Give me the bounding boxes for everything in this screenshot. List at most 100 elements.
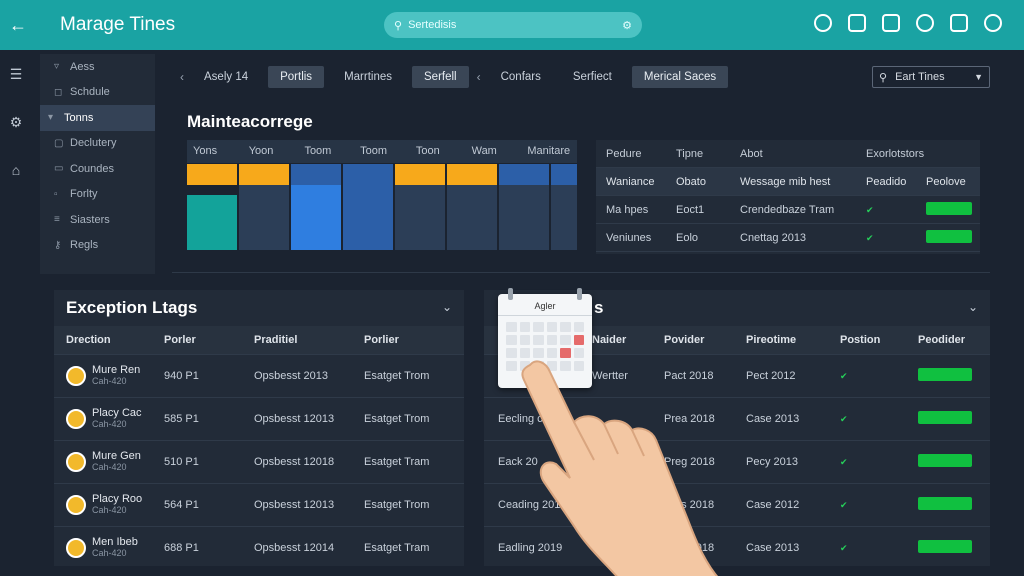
- chevron-down-icon[interactable]: ⌄: [968, 300, 978, 314]
- sidebar-item-label: Declutery: [70, 137, 117, 150]
- table-row[interactable]: Eecling c Prea 2018 Case 2013 ✔: [484, 397, 990, 440]
- breadcrumb-item[interactable]: Merical Saces: [631, 66, 729, 88]
- table-subheader: Waniance Obato Wessage mib hest Peadido …: [596, 168, 980, 196]
- settings-icon[interactable]: [984, 14, 1002, 32]
- calendar-day[interactable]: [573, 361, 584, 371]
- sidebar-item-schdule[interactable]: ◻ Schdule: [40, 80, 155, 106]
- status-bar: [918, 368, 972, 381]
- table-row[interactable]: Veniunes Eolo Cnettag 2013 ✔: [596, 224, 980, 252]
- avatar: [66, 452, 86, 472]
- table-cell: Pres 2018: [664, 542, 715, 554]
- table-cell: Case 2013: [746, 413, 800, 425]
- table-cell: Pecy 2013: [746, 456, 798, 468]
- menu-icon[interactable]: ☰: [8, 66, 24, 82]
- file-icon[interactable]: [950, 14, 968, 32]
- calendar-popup[interactable]: Agler: [498, 288, 592, 388]
- calendar-ring: [508, 288, 513, 300]
- divider: [172, 272, 990, 273]
- document-icon: ▢: [54, 137, 64, 149]
- calendar-day[interactable]: [573, 322, 584, 332]
- time-filter-dropdown[interactable]: ⚲ Eart Tines ▼: [872, 66, 990, 88]
- calendar-day[interactable]: [533, 322, 544, 332]
- table-row[interactable]: Eadling 2019 Pres 2018 Case 2013 ✔: [484, 526, 990, 569]
- table-cell: Esatget Tram: [364, 456, 430, 468]
- calendar-day[interactable]: [560, 361, 571, 371]
- sidebar-item-regls[interactable]: ⚷ Regls: [40, 233, 155, 259]
- sidebar-item-siasters[interactable]: ≡ Siasters: [40, 207, 155, 233]
- column-header: Peadido: [866, 175, 907, 188]
- table-row[interactable]: Mure Ren Cah-420 940 P1 Opsbesst 2013 Esa…: [54, 354, 464, 397]
- calendar-day[interactable]: [560, 335, 571, 345]
- breadcrumb-item[interactable]: Marrtines: [332, 66, 404, 88]
- table-row[interactable]: Placy Cac Cah-420 585 P1 Opsbesst 12013 E…: [54, 397, 464, 440]
- calendar-day[interactable]: [519, 361, 530, 371]
- table-row[interactable]: Mure Gen Cah-420 510 P1 Opsbesst 12018 Es…: [54, 440, 464, 483]
- calendar-day[interactable]: [506, 348, 517, 358]
- column-header: Porlier: [364, 334, 399, 346]
- chart-bar: [499, 164, 549, 185]
- table-row[interactable]: Eack 20 Preg 2018 Pecy 2013 ✔: [484, 440, 990, 483]
- calendar-day[interactable]: [546, 322, 557, 332]
- table-cell: Esatget Trom: [364, 499, 430, 511]
- calendar-day[interactable]: [519, 348, 530, 358]
- chevron-left-icon[interactable]: ‹: [180, 70, 184, 84]
- top-bar: ← Marage Tines ⚲ Sertedisis ⚙: [0, 0, 1024, 50]
- table-row[interactable]: Placy Roo Cah-420 564 P1 Opsbesst 12013 E…: [54, 483, 464, 526]
- back-arrow-icon[interactable]: ←: [0, 15, 36, 36]
- column-header: Abot: [740, 147, 763, 160]
- calendar-day[interactable]: [533, 335, 544, 345]
- folder-icon[interactable]: ⌂: [8, 162, 24, 178]
- table-cell: Pact 2018: [664, 370, 714, 382]
- breadcrumb-item[interactable]: Serfell: [412, 66, 469, 88]
- chart-column-label: Toom: [304, 145, 332, 157]
- column-header: Tipne: [676, 147, 704, 160]
- calendar-day[interactable]: [573, 348, 584, 358]
- calendar-day[interactable]: [506, 361, 517, 371]
- calendar-day[interactable]: [533, 361, 544, 371]
- search-icon[interactable]: [814, 14, 832, 32]
- puzzle-icon[interactable]: [882, 14, 900, 32]
- sidebar-item-coundes[interactable]: ▭ Coundes: [40, 156, 155, 182]
- gear-icon[interactable]: ⚙: [8, 114, 24, 130]
- table-header: Drection Porler Praditiel Porlier: [54, 326, 464, 354]
- table-cell: Case 2013: [746, 542, 800, 554]
- user-id: Cah-420: [92, 548, 127, 558]
- document-icon[interactable]: [848, 14, 866, 32]
- chevron-down-icon[interactable]: ⌄: [442, 300, 452, 314]
- table-row[interactable]: Men Ibeb Cah-420 688 P1 Opsbesst 12014 Es…: [54, 526, 464, 569]
- search-icon: ⚲: [394, 19, 403, 32]
- table-cell: Preg 2018: [664, 456, 715, 468]
- chevron-left-icon[interactable]: ‹: [477, 70, 481, 84]
- column-header: Peodider: [918, 334, 966, 346]
- sidebar: ▿ Aess ◻ Schdule ▾ Tonns ▢ Declutery ▭ Counde…: [40, 54, 155, 274]
- table-cell: Eadling 2019: [498, 542, 563, 554]
- sidebar-item-forlty[interactable]: ▫ Forlty: [40, 182, 155, 208]
- sidebar-item-declutery[interactable]: ▢ Declutery: [40, 131, 155, 157]
- sidebar-item-aess[interactable]: ▿ Aess: [40, 54, 155, 80]
- breadcrumb-item[interactable]: Portlis: [268, 66, 325, 88]
- calendar-day[interactable]: [546, 335, 557, 345]
- sidebar-item-tonns[interactable]: ▾ Tonns: [40, 105, 155, 131]
- breadcrumb-item[interactable]: Confars: [489, 66, 553, 88]
- calendar-day[interactable]: [546, 361, 557, 371]
- calendar-day[interactable]: [519, 335, 530, 345]
- table-row[interactable]: Ma hpes Eoct1 Crendedbaze Tram ✔: [596, 196, 980, 224]
- breadcrumb-item[interactable]: Serfiect: [561, 66, 624, 88]
- calendar-day[interactable]: [560, 348, 571, 358]
- calendar-day[interactable]: [533, 348, 544, 358]
- calendar-day[interactable]: [519, 322, 530, 332]
- table-row[interactable]: Ceading 2015 Pres 2018 Case 2012 ✔: [484, 483, 990, 526]
- calendar-day[interactable]: [506, 322, 517, 332]
- calendar-day[interactable]: [546, 348, 557, 358]
- calendar-grid[interactable]: [498, 316, 592, 377]
- calendar-day[interactable]: [506, 335, 517, 345]
- calendar-day[interactable]: [573, 335, 584, 345]
- calendar-day[interactable]: [560, 322, 571, 332]
- filter-label: Eart Tines: [895, 71, 945, 83]
- search-input[interactable]: ⚲ Sertedisis ⚙: [384, 12, 642, 38]
- breadcrumb-item[interactable]: Asely 14: [192, 66, 260, 88]
- chart-column-label: Wam: [471, 145, 497, 157]
- settings-icon[interactable]: ⚙: [622, 19, 632, 32]
- refresh-icon[interactable]: [916, 14, 934, 32]
- column-header: Naider: [592, 334, 627, 346]
